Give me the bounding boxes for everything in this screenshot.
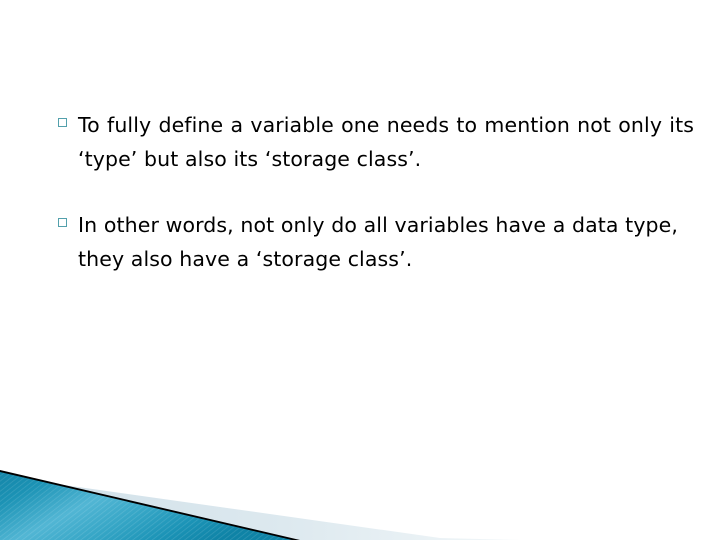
hollow-square-bullet-icon [58, 218, 67, 227]
slide-canvas: To fully define a variable one needs to … [0, 0, 720, 540]
bullet-paragraph-1-text: To fully define a variable one needs to … [78, 113, 694, 171]
bullet-paragraph-1: To fully define a variable one needs to … [56, 108, 694, 176]
slide-body-content: To fully define a variable one needs to … [56, 108, 694, 276]
bottom-left-diagonal-banner [0, 470, 520, 540]
bullet-paragraph-2-text: In other words, not only do all variable… [78, 213, 678, 271]
pale-blue-wedge [0, 476, 520, 540]
bullet-paragraph-2: In other words, not only do all variable… [56, 208, 694, 276]
teal-wedge [0, 472, 292, 540]
hollow-square-bullet-icon [58, 118, 67, 127]
teal-wedge-texture [0, 472, 292, 540]
black-stripe [0, 470, 300, 540]
